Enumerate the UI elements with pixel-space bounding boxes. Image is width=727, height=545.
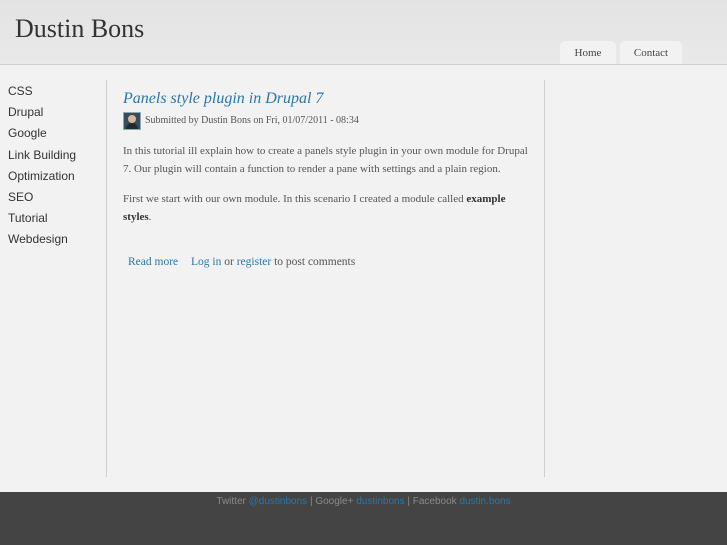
sidebar-item-css[interactable]: CSS: [8, 84, 33, 98]
post-comments-text: to post comments: [271, 256, 356, 268]
author-avatar-icon[interactable]: [123, 111, 141, 130]
post-body: In this tutorial ill explain how to crea…: [123, 142, 533, 238]
post-submitted: Submitted by Dustin Bons on Fri, 01/07/2…: [123, 111, 359, 130]
post-links: Read more Log in or register to post com…: [128, 256, 355, 268]
footer-social-links: Twitter @dustinbons | Google+ dustinbons…: [0, 496, 727, 507]
sidebar-item-tutorial[interactable]: Tutorial: [8, 211, 48, 225]
category-list: CSS Drupal Google Link Building Optimiza…: [8, 84, 76, 254]
sidebar-item-webdesign[interactable]: Webdesign: [8, 232, 68, 246]
post-title-link[interactable]: Panels style plugin in Drupal 7: [123, 90, 323, 107]
tab-contact[interactable]: Contact: [620, 41, 682, 64]
site-title[interactable]: Dustin Bons: [15, 14, 144, 44]
or-text: or: [221, 256, 237, 268]
category-sidebar: CSS Drupal Google Link Building Optimiza…: [0, 80, 107, 477]
facebook-label: | Facebook: [404, 496, 460, 507]
post-paragraph-2: First we start with our own module. In t…: [123, 190, 533, 226]
list-item: Link Building: [8, 148, 76, 169]
login-link[interactable]: Log in: [191, 256, 221, 268]
primary-tabs: Home Contact: [560, 41, 682, 64]
list-item: Webdesign: [8, 232, 76, 253]
sidebar-item-drupal[interactable]: Drupal: [8, 105, 43, 119]
submitted-date: on Fri, 01/07/2011 - 08:34: [250, 115, 359, 126]
main-content: Panels style plugin in Drupal 7 Submitte…: [107, 80, 544, 477]
site-header: Dustin Bons Home Contact: [0, 0, 727, 65]
list-item: Google: [8, 126, 76, 147]
sidebar-item-optimization[interactable]: Optimization: [8, 169, 75, 183]
sidebar-item-seo[interactable]: SEO: [8, 190, 33, 204]
list-item: SEO: [8, 190, 76, 211]
post-title: Panels style plugin in Drupal 7: [123, 90, 323, 108]
google-label: | Google+: [307, 496, 357, 507]
twitter-link[interactable]: @dustinbons: [249, 496, 308, 507]
author-name: Dustin Bons: [201, 115, 251, 126]
paragraph-text: First we start with our own module. In t…: [123, 193, 467, 205]
list-item: CSS: [8, 84, 76, 105]
site-footer: Twitter @dustinbons | Google+ dustinbons…: [0, 492, 727, 545]
tab-home[interactable]: Home: [560, 41, 616, 64]
list-item: Optimization: [8, 169, 76, 190]
post-paragraph-1: In this tutorial ill explain how to crea…: [123, 145, 528, 175]
sidebar-item-google[interactable]: Google: [8, 126, 47, 140]
right-column-divider: [544, 80, 545, 477]
sidebar-item-link-building[interactable]: Link Building: [8, 148, 76, 162]
submitted-text: Submitted by Dustin Bons on Fri, 01/07/2…: [145, 115, 359, 126]
list-item: Tutorial: [8, 211, 76, 232]
register-link[interactable]: register: [237, 256, 271, 268]
paragraph-end: .: [148, 211, 152, 223]
submitted-prefix: Submitted by: [145, 115, 202, 126]
google-plus-link[interactable]: dustinbons: [356, 496, 404, 507]
list-item: Drupal: [8, 105, 76, 126]
facebook-link[interactable]: dustin.bons: [459, 496, 510, 507]
twitter-label: Twitter: [216, 496, 249, 507]
read-more-link[interactable]: Read more: [128, 256, 178, 268]
